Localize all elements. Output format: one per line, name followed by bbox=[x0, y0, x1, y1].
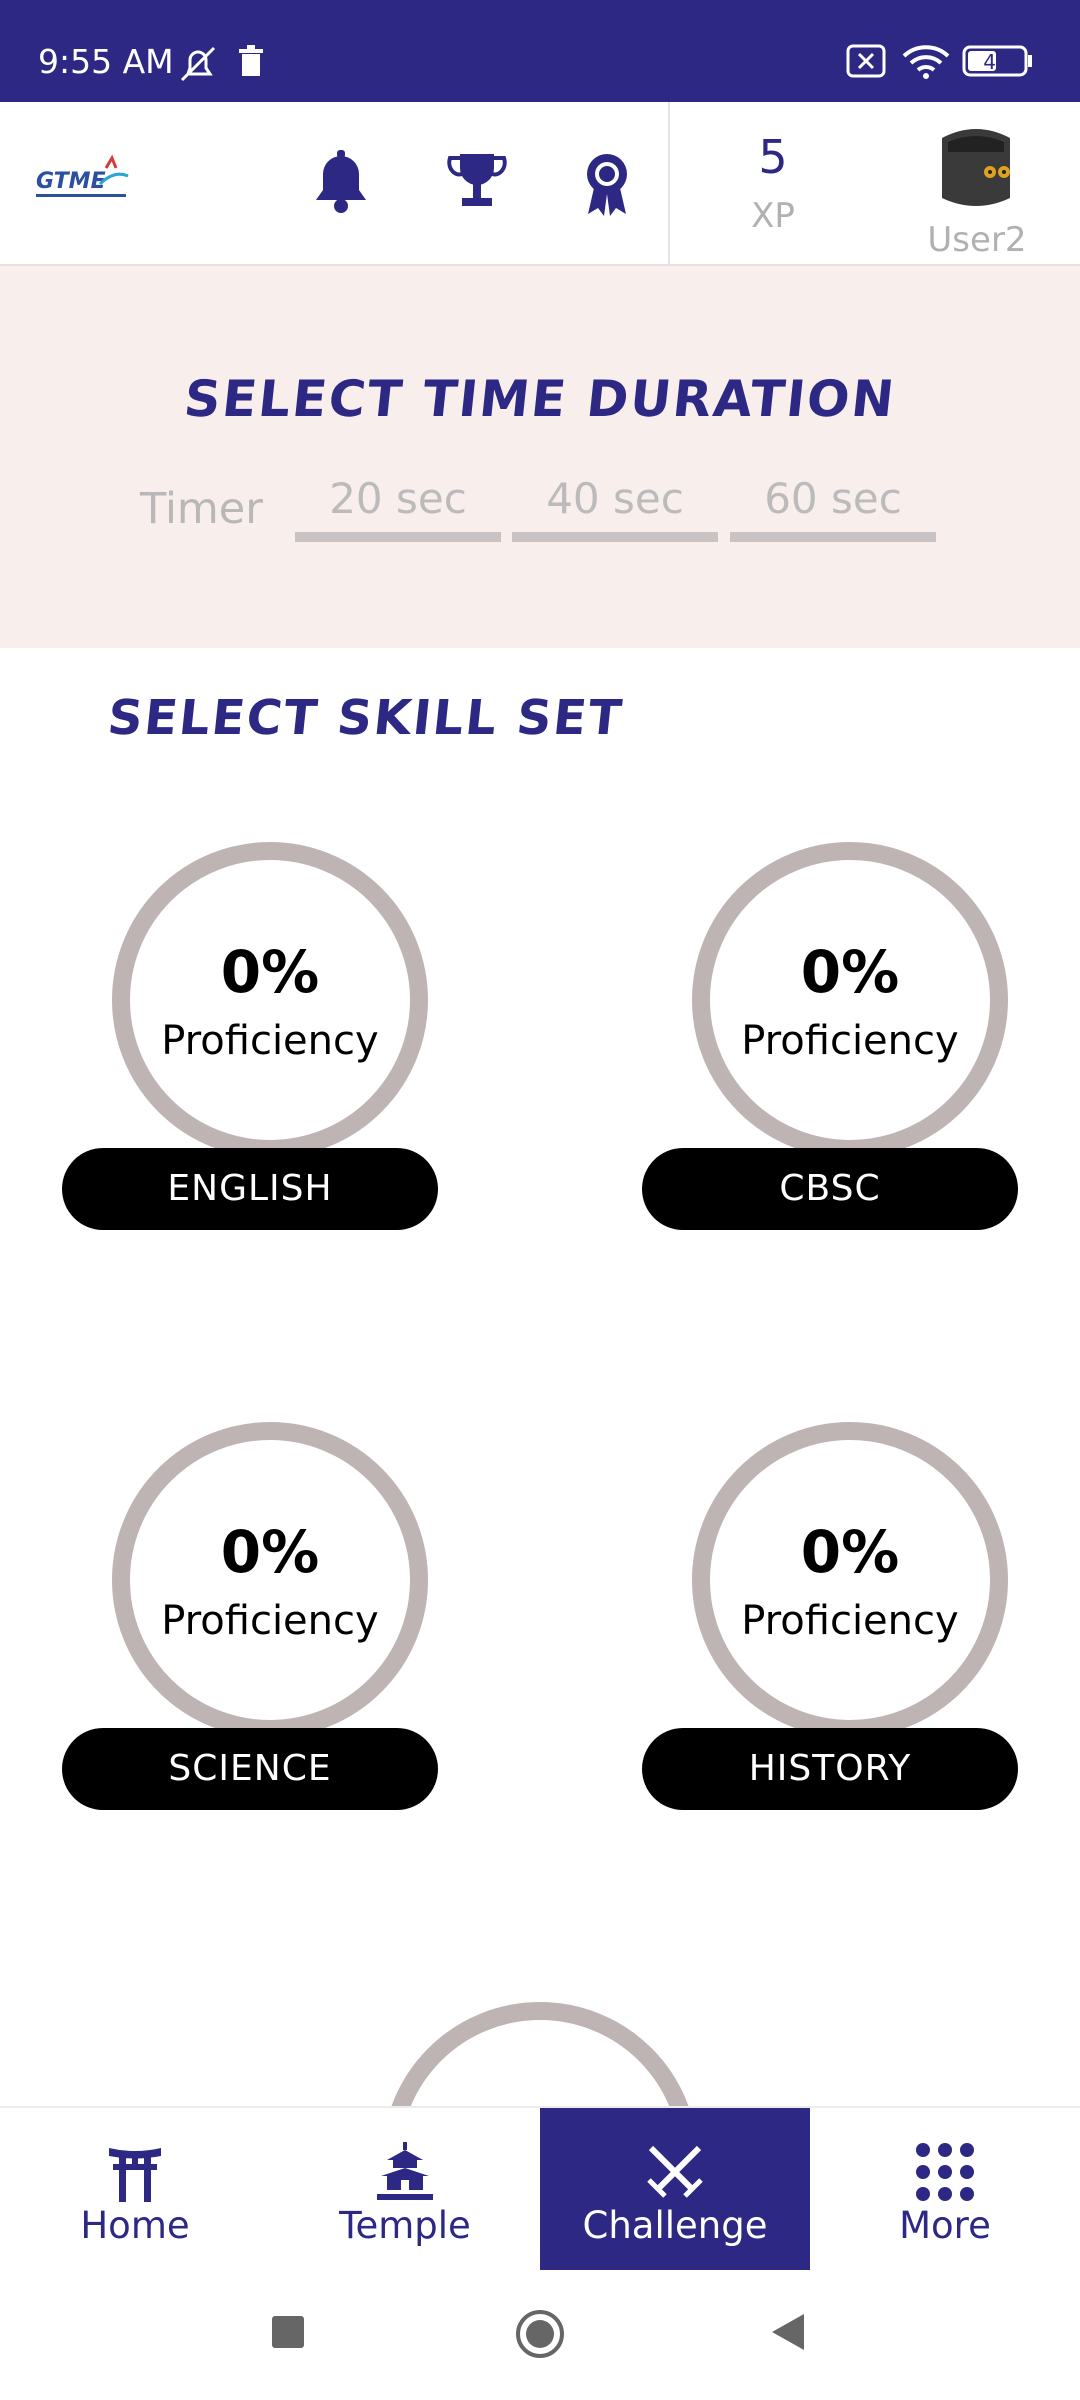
timer-option-40[interactable]: 40 sec bbox=[512, 470, 718, 542]
status-time: 9:55 AM bbox=[38, 42, 174, 81]
svg-text:GTME: GTME bbox=[36, 169, 106, 194]
username: User2 bbox=[927, 220, 1027, 260]
nav-temple[interactable]: Temple bbox=[270, 2108, 540, 2270]
grid-dots-icon bbox=[913, 2140, 977, 2204]
bottom-nav: Home Temple Challenge More bbox=[0, 2106, 1080, 2270]
xp-value: 5 bbox=[758, 130, 788, 184]
proficiency-percent: 0% bbox=[800, 1518, 900, 1586]
nav-temple-label: Temple bbox=[339, 2204, 471, 2247]
proficiency-caption: Proficiency bbox=[741, 1598, 959, 1644]
home-circle-icon[interactable] bbox=[514, 2308, 566, 2364]
proficiency-percent: 0% bbox=[800, 938, 900, 1006]
nav-challenge[interactable]: Challenge bbox=[540, 2108, 810, 2270]
app-logo[interactable]: GTME bbox=[34, 154, 134, 210]
timer-option-60[interactable]: 60 sec bbox=[730, 470, 936, 542]
proficiency-caption: Proficiency bbox=[161, 1018, 379, 1064]
skill-card-science[interactable]: 0% Proficiency SCIENCE bbox=[60, 1422, 440, 1842]
nav-challenge-label: Challenge bbox=[582, 2204, 768, 2247]
temple-icon bbox=[373, 2140, 437, 2204]
nav-home-label: Home bbox=[80, 2204, 190, 2247]
crossed-swords-icon bbox=[643, 2140, 707, 2204]
time-duration-title: SELECT TIME DURATION bbox=[181, 370, 899, 428]
xp-label: XP bbox=[751, 196, 795, 236]
notification-bell-icon[interactable] bbox=[310, 150, 372, 216]
skill-card-cbsc[interactable]: 0% Proficiency CBSC bbox=[640, 842, 1020, 1262]
nav-home[interactable]: Home bbox=[0, 2108, 270, 2270]
app-header: GTME 5 XP User2 bbox=[0, 102, 1080, 266]
status-bar: 9:55 AM 47 bbox=[0, 0, 1080, 102]
torii-gate-icon bbox=[103, 2140, 167, 2204]
recent-apps-icon[interactable] bbox=[270, 2314, 306, 2354]
no-sim-icon bbox=[846, 44, 886, 82]
battery-icon: 47 bbox=[962, 44, 1034, 82]
skill-set-title: SELECT SKILL SET bbox=[105, 690, 626, 746]
wifi-icon bbox=[902, 44, 950, 84]
svg-text:47: 47 bbox=[983, 50, 1008, 74]
proficiency-caption: Proficiency bbox=[741, 1018, 959, 1064]
timer-label: Timer bbox=[140, 484, 263, 534]
skill-card-history[interactable]: 0% Proficiency HISTORY bbox=[640, 1422, 1020, 1842]
trash-icon bbox=[236, 44, 266, 84]
award-ribbon-icon[interactable] bbox=[576, 150, 638, 216]
nav-more[interactable]: More bbox=[810, 2108, 1080, 2270]
system-nav-bar bbox=[0, 2270, 1080, 2400]
header-divider bbox=[668, 102, 670, 266]
skill-button-cbsc[interactable]: CBSC bbox=[642, 1148, 1018, 1230]
timer-section: SELECT TIME DURATION Timer 20 sec 40 sec… bbox=[0, 266, 1080, 648]
proficiency-percent: 0% bbox=[220, 1518, 320, 1586]
nav-more-label: More bbox=[899, 2204, 991, 2247]
proficiency-percent: 0% bbox=[220, 938, 320, 1006]
trophy-icon[interactable] bbox=[446, 150, 508, 216]
skill-card-english[interactable]: 0% Proficiency ENGLISH bbox=[60, 842, 440, 1262]
skill-button-english[interactable]: ENGLISH bbox=[62, 1148, 438, 1230]
user-avatar[interactable] bbox=[924, 120, 1028, 220]
back-triangle-icon[interactable] bbox=[768, 2310, 808, 2358]
proficiency-caption: Proficiency bbox=[161, 1598, 379, 1644]
skill-button-history[interactable]: HISTORY bbox=[642, 1728, 1018, 1810]
mute-icon bbox=[176, 44, 220, 88]
timer-option-20[interactable]: 20 sec bbox=[295, 470, 501, 542]
skill-button-science[interactable]: SCIENCE bbox=[62, 1728, 438, 1810]
